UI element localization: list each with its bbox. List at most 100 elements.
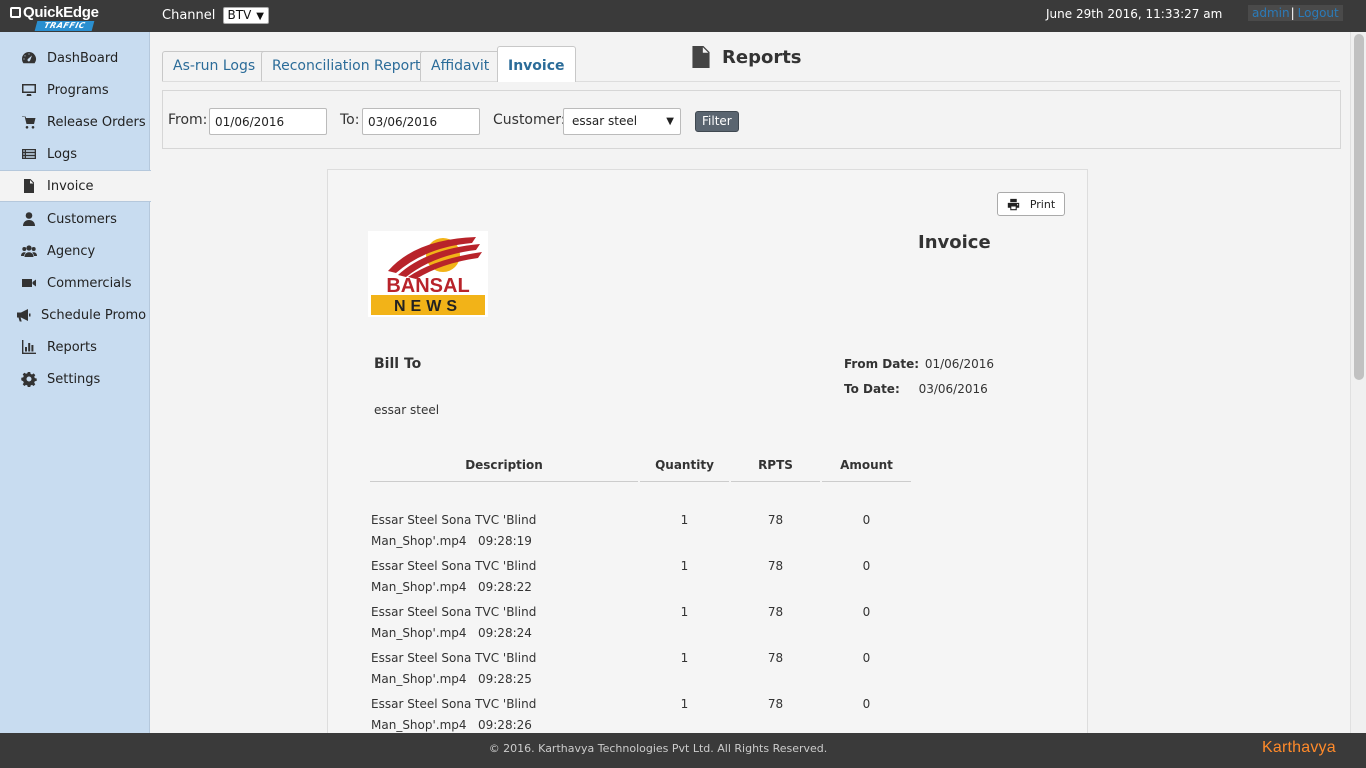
bansal-news-logo: BANSAL NEWS	[368, 231, 488, 317]
footer-copyright: © 2016. Karthavya Technologies Pvt Ltd. …	[488, 742, 828, 755]
sidebar-item-reports[interactable]: Reports	[0, 331, 150, 363]
admin-link[interactable]: admin	[1252, 6, 1290, 20]
table-row: Essar Steel Sona TVC 'Blind Man_Shop'.mp4…	[328, 510, 1089, 556]
sidebar-item-label: Logs	[47, 146, 77, 162]
from-date-input[interactable]: 01/06/2016	[209, 108, 327, 135]
to-label: To:	[340, 112, 360, 128]
row-description: Essar Steel Sona TVC 'Blind Man_Shop'.mp4…	[371, 556, 611, 598]
current-datetime: June 29th 2016, 11:33:27 am	[1046, 7, 1223, 21]
page-scrollbar[interactable]	[1350, 32, 1366, 733]
row-amount: 0	[862, 651, 871, 665]
desc-line: Essar Steel Sona TVC 'Blind	[371, 605, 537, 619]
sidebar-item-programs[interactable]: Programs	[0, 74, 150, 106]
karthavya-logo: Karthavya	[1262, 739, 1336, 757]
channel-selector: Channel BTV ▼	[162, 7, 269, 24]
row-description: Essar Steel Sona TVC 'Blind Man_Shop'.mp4…	[371, 648, 611, 690]
header-divider	[731, 481, 820, 482]
sidebar-item-label: Settings	[47, 371, 101, 387]
table-row: Essar Steel Sona TVC 'Blind Man_Shop'.mp4…	[328, 602, 1089, 648]
bar-chart-icon	[20, 338, 38, 356]
row-rpts: 78	[767, 559, 784, 573]
row-description: Essar Steel Sona TVC 'Blind Man_Shop'.mp4…	[371, 510, 611, 552]
filter-button[interactable]: Filter	[695, 111, 739, 132]
tab-affidavit[interactable]: Affidavit	[420, 51, 501, 81]
to-date-row: To Date: 03/06/2016	[844, 382, 988, 396]
sidebar-item-release-orders[interactable]: Release Orders	[0, 106, 150, 138]
tab-invoice[interactable]: Invoice	[497, 46, 576, 82]
sidebar-item-label: DashBoard	[47, 50, 119, 66]
row-quantity: 1	[680, 513, 689, 527]
sidebar-item-label: Programs	[47, 82, 109, 98]
customer-select-value: essar steel	[572, 114, 638, 128]
sidebar-item-invoice[interactable]: Invoice	[0, 170, 151, 202]
list-icon	[20, 145, 38, 163]
footer-brand-text: Karthavya	[1262, 739, 1336, 756]
desc-line: Man_Shop'.mp4 09:28:25	[371, 672, 532, 686]
table-row: Essar Steel Sona TVC 'Blind Man_Shop'.mp4…	[328, 556, 1089, 602]
sidebar-item-label: Schedule Promo	[41, 307, 147, 323]
print-label: Print	[1029, 197, 1056, 211]
sidebar-item-logs[interactable]: Logs	[0, 138, 150, 170]
tab-reconciliation-report[interactable]: Reconciliation Report	[261, 51, 432, 81]
logout-link[interactable]: Logout	[1298, 6, 1339, 20]
row-rpts: 78	[767, 651, 784, 665]
desc-line: Man_Shop'.mp4 09:28:22	[371, 580, 532, 594]
to-date-value: 03/06/2016	[918, 382, 988, 396]
page-title-text: Reports	[722, 46, 802, 68]
video-camera-icon	[20, 274, 38, 292]
dashboard-icon	[20, 49, 38, 67]
sidebar-item-settings[interactable]: Settings	[0, 363, 150, 395]
to-date-input[interactable]: 03/06/2016	[362, 108, 480, 135]
monitor-icon	[20, 81, 38, 99]
top-bar: QuickEdge TRAFFIC Channel BTV ▼ June 29th…	[0, 0, 1366, 32]
cart-icon	[20, 113, 38, 131]
row-rpts: 78	[767, 513, 784, 527]
header-divider	[822, 481, 911, 482]
sidebar-item-dashboard[interactable]: DashBoard	[0, 42, 150, 74]
bill-to-customer: essar steel	[374, 403, 440, 417]
desc-line: Man_Shop'.mp4 09:28:19	[371, 534, 532, 548]
sidebar: DashBoard Programs Release Orders Logs I…	[0, 32, 151, 733]
sidebar-item-commercials[interactable]: Commercials	[0, 267, 150, 299]
row-amount: 0	[862, 605, 871, 619]
row-quantity: 1	[680, 651, 689, 665]
print-button[interactable]: Print	[997, 192, 1065, 216]
channel-dropdown[interactable]: BTV ▼	[222, 7, 269, 24]
caret-down-icon: ▼	[666, 116, 674, 127]
sidebar-item-label: Customers	[47, 211, 117, 227]
sidebar-item-schedule-promo[interactable]: Schedule Promo	[0, 299, 150, 331]
to-date-label: To Date:	[844, 382, 900, 396]
channel-value: BTV	[227, 8, 252, 22]
sidebar-item-customers[interactable]: Customers	[0, 203, 150, 235]
sidebar-item-label: Agency	[47, 243, 96, 259]
col-header-amount: Amount	[840, 458, 893, 472]
row-quantity: 1	[680, 559, 689, 573]
desc-line: Essar Steel Sona TVC 'Blind	[371, 513, 537, 527]
quickedge-logo[interactable]: QuickEdge TRAFFIC	[10, 4, 100, 31]
customer-select[interactable]: essar steel ▼	[563, 108, 681, 135]
col-header-quantity: Quantity	[655, 458, 714, 472]
gear-icon	[20, 370, 38, 388]
header-divider	[370, 481, 638, 482]
from-date-value: 01/06/2016	[924, 357, 995, 371]
users-icon	[20, 242, 38, 260]
file-text-icon	[692, 46, 710, 68]
table-row: Essar Steel Sona TVC 'Blind Man_Shop'.mp4…	[328, 648, 1089, 694]
row-rpts: 78	[767, 605, 784, 619]
row-quantity: 1	[680, 605, 689, 619]
logo-text-top: BANSAL	[386, 275, 469, 297]
sidebar-item-agency[interactable]: Agency	[0, 235, 150, 267]
tab-as-run-logs[interactable]: As-run Logs	[162, 51, 267, 81]
footer: © 2016. Karthavya Technologies Pvt Ltd. …	[0, 733, 1366, 768]
row-description: Essar Steel Sona TVC 'Blind Man_Shop'.mp4…	[371, 602, 611, 644]
desc-line: Essar Steel Sona TVC 'Blind	[371, 559, 537, 573]
logo-text-bottom: NEWS	[394, 298, 462, 315]
bullhorn-icon	[14, 306, 32, 324]
sidebar-item-label: Release Orders	[47, 114, 146, 130]
desc-line: Man_Shop'.mp4 09:28:24	[371, 626, 532, 640]
tabs-divider	[162, 81, 1340, 82]
link-separator: |	[1290, 6, 1295, 20]
scrollbar-thumb[interactable]	[1354, 34, 1364, 380]
from-label: From:	[168, 112, 208, 128]
col-header-rpts: RPTS	[758, 458, 793, 472]
